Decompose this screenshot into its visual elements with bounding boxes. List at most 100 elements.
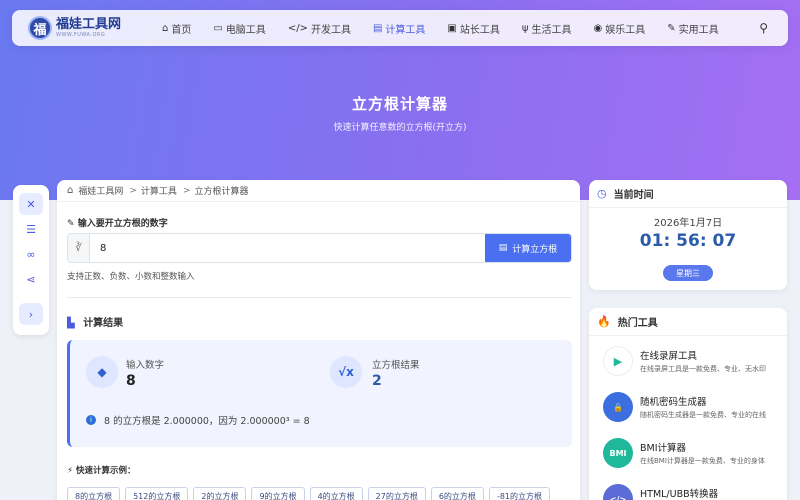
clock-icon: ◷	[597, 187, 607, 200]
nav-item-label: 实用工具	[678, 24, 719, 36]
quick-examples: 8的立方根 512的立方根 2的立方根 9的立方根 4的立方根 27的立方根 6的立方根 -8…	[67, 487, 555, 500]
monitor-icon: ▭	[213, 22, 223, 34]
share-icon[interactable]: ⋖	[19, 268, 43, 290]
quick-example-chip[interactable]: 6的立方根	[430, 487, 484, 500]
breadcrumb-separator: >	[182, 185, 191, 196]
result-card: ◆ 输入数字 8 √x 立方根结果 2 i 8 的立方根是 2.000000，因…	[67, 340, 572, 447]
chevron-right-icon[interactable]: ›	[19, 303, 43, 325]
nav-item-4[interactable]: ▣ 站长工具	[447, 21, 499, 36]
code-icon: </>	[287, 22, 308, 34]
logo-title: 福娃工具网	[56, 17, 122, 32]
fire-icon: 🔥	[597, 315, 611, 328]
nav-item-label: 电脑工具	[225, 24, 266, 36]
home-icon: ⌂	[162, 22, 169, 34]
quick-example-chip[interactable]: 9的立方根	[251, 487, 305, 500]
nav-item-label: 开发工具	[310, 24, 351, 36]
logo-mark: 福	[28, 16, 52, 40]
chart-icon: ▙	[67, 318, 75, 329]
cube-root-result-label: 立方根结果	[372, 360, 420, 371]
tool-icon: 🔒	[603, 392, 633, 422]
nav-item-2[interactable]: </> 开发工具	[288, 21, 351, 36]
nav-item-1[interactable]: ▭ 电脑工具	[213, 21, 265, 36]
site-logo[interactable]: 福 福娃工具网 WWW.FUWA.ORG	[28, 16, 148, 40]
calculator-icon: ▤	[372, 22, 383, 34]
quick-example-chip[interactable]: 27的立方根	[367, 487, 426, 500]
link-icon[interactable]: ∞	[19, 243, 43, 265]
cube-root-icon: √x	[330, 356, 362, 388]
result-heading: ▙ 计算结果	[67, 318, 124, 329]
hot-tools-card: 🔥 热门工具 ▶ 在线录屏工具在线录屏工具是一款免费、专业、无水印 🔒 随机密码生成器…	[589, 308, 787, 500]
current-date: 2026年1月7日	[653, 218, 723, 229]
weekday-badge: 星期三	[663, 265, 713, 281]
number-input-group: ∛ ▤ 计算立方根	[67, 233, 572, 263]
calculate-button[interactable]: ▤ 计算立方根	[485, 234, 571, 262]
hot-tools-header: 🔥 热门工具	[589, 308, 787, 336]
cube-icon: ◆	[86, 356, 118, 388]
tool-description: 在线录屏工具是一款免费、专业、无水印	[640, 365, 766, 373]
quick-example-chip[interactable]: 4的立方根	[309, 487, 363, 500]
breadcrumb: ⌂ 福娃工具网 > 计算工具 > 立方根计算器	[57, 180, 580, 202]
calculator-panel: ⌂ 福娃工具网 > 计算工具 > 立方根计算器 ✎ 输入要开立方根的数字 ∛ ▤…	[57, 180, 580, 500]
page-title: 立方根计算器	[351, 95, 448, 113]
logo-subtitle: WWW.FUWA.ORG	[56, 32, 106, 38]
nav-item-0[interactable]: ⌂ 首页	[162, 21, 191, 36]
nav-item-label: 站长工具	[459, 24, 500, 36]
wrench-icon: ✎	[667, 22, 676, 34]
tool-name: BMI计算器	[640, 443, 687, 454]
top-navbar: 福 福娃工具网 WWW.FUWA.ORG ⌂ 首页 ▭ 电脑工具 </> 开发工具 ▤ 计算工…	[12, 10, 788, 46]
gamepad-icon: ◉	[593, 22, 603, 34]
home-icon: ⌂	[67, 185, 74, 196]
time-card: ◷ 当前时间 2026年1月7日 01: 56: 07 星期三	[589, 180, 787, 290]
nav-item-5[interactable]: ψ 生活工具	[522, 21, 572, 36]
edit-icon: ✎	[67, 219, 75, 229]
quick-example-chip[interactable]: 512的立方根	[125, 487, 189, 500]
tool-name: 在线录屏工具	[640, 351, 698, 362]
hot-tool-item[interactable]: BMI BMI计算器在线BMI计算器是一款免费、专业的身体	[603, 436, 787, 472]
tools-icon[interactable]: ✕	[19, 193, 43, 215]
toolbox-icon: ▣	[447, 22, 457, 34]
cube-root-result-value: 2	[372, 373, 382, 389]
nav-item-6[interactable]: ◉ 娱乐工具	[593, 21, 645, 36]
current-time: 01: 56: 07	[639, 231, 737, 251]
nav-item-label: 生活工具	[531, 24, 572, 36]
input-hint: 支持正数、负数、小数和整数输入	[67, 272, 195, 282]
tool-name: 随机密码生成器	[640, 397, 707, 408]
nav-item-3[interactable]: ▤ 计算工具	[373, 21, 425, 36]
bolt-icon: ⚡	[67, 466, 73, 476]
info-icon: i	[86, 415, 96, 425]
input-label: ✎ 输入要开立方根的数字	[67, 219, 168, 229]
nav-item-label: 娱乐工具	[605, 24, 646, 36]
cube-root-symbol-icon: ∛	[68, 234, 90, 262]
tool-name: HTML/UBB转换器	[640, 489, 719, 500]
number-input[interactable]	[90, 234, 485, 262]
input-number-value: 8	[126, 373, 136, 389]
tool-description: 随机密码生成器是一款免费、专业的在线	[640, 411, 766, 419]
search-icon[interactable]: ⚲	[759, 21, 768, 35]
main-nav: ⌂ 首页 ▭ 电脑工具 </> 开发工具 ▤ 计算工具 ▣ 站长工具 ψ 生活工具 ◉ 娱乐工具 ✎ 实用工具	[162, 21, 741, 36]
quick-example-chip[interactable]: -81的立方根	[488, 487, 551, 500]
nav-item-label: 计算工具	[385, 24, 426, 36]
divider	[67, 297, 572, 298]
tool-description: 在线BMI计算器是一款免费、专业的身体	[640, 457, 765, 465]
breadcrumb-current: 立方根计算器	[194, 187, 249, 197]
hot-tool-item[interactable]: ▶ 在线录屏工具在线录屏工具是一款免费、专业、无水印	[603, 344, 787, 380]
hot-tool-item[interactable]: 🔒 随机密码生成器随机密码生成器是一款免费、专业的在线	[603, 390, 787, 426]
utensils-icon: ψ	[521, 22, 529, 34]
calculator-icon: ▤	[498, 243, 508, 253]
tool-icon: BMI	[603, 438, 633, 468]
hot-tool-item[interactable]: </> HTML/UBB转换器	[603, 482, 787, 500]
breadcrumb-category[interactable]: 计算工具	[141, 184, 177, 197]
breadcrumb-home[interactable]: 福娃工具网	[78, 184, 123, 197]
nav-item-7[interactable]: ✎ 实用工具	[667, 21, 718, 36]
quick-example-chip[interactable]: 8的立方根	[67, 487, 121, 500]
quick-examples-heading: ⚡ 快速计算示例：	[67, 466, 136, 476]
input-number-label: 输入数字	[126, 360, 165, 371]
breadcrumb-separator: >	[129, 185, 137, 196]
quick-example-chip[interactable]: 2的立方根	[193, 487, 247, 500]
time-card-header: ◷ 当前时间	[589, 180, 787, 208]
page-subtitle: 快速计算任意数的立方根(开立方)	[333, 123, 467, 133]
nav-item-label: 首页	[171, 24, 192, 36]
list-icon[interactable]: ☰	[19, 218, 43, 240]
tool-icon: ▶	[603, 346, 633, 376]
result-explanation: i 8 的立方根是 2.000000，因为 2.000000³ = 8	[86, 413, 310, 427]
